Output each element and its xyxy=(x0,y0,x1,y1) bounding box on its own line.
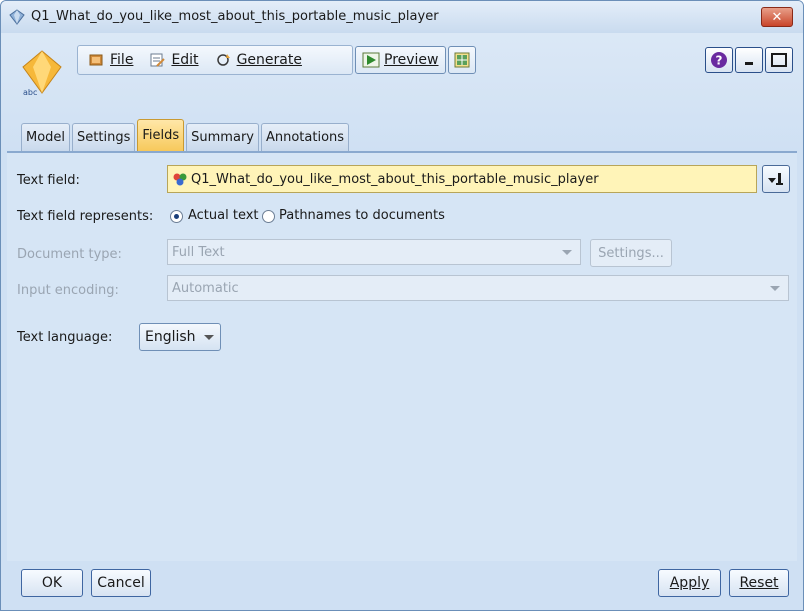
tab-label: Annotations xyxy=(265,130,345,145)
ok-label: OK xyxy=(41,575,63,591)
cancel-button[interactable]: Cancel xyxy=(91,569,151,597)
text-mining-node-icon xyxy=(9,9,25,25)
menu-edit-label: Edit xyxy=(171,52,199,68)
dialog-footer: OK Cancel Apply Reset xyxy=(1,561,803,610)
generate-icon xyxy=(216,54,230,66)
radio-actual-text-label: Actual text xyxy=(188,208,259,223)
tab-label: Fields xyxy=(142,128,180,143)
window-title: Q1_What_do_you_like_most_about_this_port… xyxy=(31,9,439,24)
close-button[interactable]: ✕ xyxy=(761,7,793,27)
chevron-down-icon xyxy=(770,286,780,291)
svg-text:abc: abc xyxy=(23,88,37,97)
radio-pathnames[interactable] xyxy=(262,210,275,223)
export-button[interactable] xyxy=(447,46,476,74)
chevron-down-icon xyxy=(204,335,214,340)
edit-icon xyxy=(150,53,166,67)
document-type-value: Full Text xyxy=(172,244,225,260)
tab-fields[interactable]: Fields xyxy=(137,119,185,151)
text-mining-diamond-icon: abc xyxy=(22,50,62,97)
minimize-icon xyxy=(745,62,753,65)
text-field-input[interactable]: Q1_What_do_you_like_most_about_this_port… xyxy=(167,165,757,193)
dialog-header: abc File Edit Generate Preview ? Model S… xyxy=(1,33,803,151)
text-language-value: English xyxy=(145,329,196,345)
menu-bar: File Edit Generate xyxy=(77,45,353,75)
cancel-label: Cancel xyxy=(97,575,145,591)
tab-label: Summary xyxy=(191,130,254,145)
menu-generate-label: Generate xyxy=(236,52,302,68)
menu-file-label: File xyxy=(110,52,134,68)
radio-pathnames-label: Pathnames to documents xyxy=(279,208,445,223)
text-field-value: Q1_What_do_you_like_most_about_this_port… xyxy=(191,171,599,187)
help-icon: ? xyxy=(711,52,727,68)
preview-play-icon xyxy=(362,52,380,68)
toolbar: Preview xyxy=(355,45,483,75)
title-bar[interactable]: Q1_What_do_you_like_most_about_this_port… xyxy=(1,1,803,33)
field-type-icon xyxy=(173,173,187,186)
apply-label: Apply xyxy=(669,575,710,591)
help-button[interactable]: ? xyxy=(705,47,733,73)
input-encoding-value: Automatic xyxy=(172,280,239,296)
document-type-select[interactable]: Full Text xyxy=(167,239,581,265)
chevron-down-icon xyxy=(562,250,572,255)
svg-text:?: ? xyxy=(716,54,723,68)
preview-label: Preview xyxy=(384,52,439,68)
settings-button-label: Settings... xyxy=(598,245,664,261)
text-field-label: Text field: xyxy=(17,173,80,188)
tab-settings[interactable]: Settings xyxy=(72,123,136,151)
text-language-select[interactable]: English xyxy=(139,323,221,351)
apply-button[interactable]: Apply xyxy=(658,569,721,597)
input-encoding-select[interactable]: Automatic xyxy=(167,275,789,301)
settings-button[interactable]: Settings... xyxy=(590,239,672,267)
represents-label: Text field represents: xyxy=(17,209,154,224)
document-type-label: Document type: xyxy=(17,247,122,262)
tab-label: Settings xyxy=(77,130,131,145)
minimize-button[interactable] xyxy=(735,47,763,73)
dialog-window: Q1_What_do_you_like_most_about_this_port… xyxy=(0,0,804,611)
input-encoding-label: Input encoding: xyxy=(17,283,119,298)
text-language-label: Text language: xyxy=(17,330,113,345)
preview-button[interactable]: Preview xyxy=(355,46,446,74)
fields-panel: Text field: Q1_What_do_you_like_most_abo… xyxy=(7,151,797,561)
tab-model[interactable]: Model xyxy=(21,123,71,151)
file-icon xyxy=(89,54,103,66)
reset-label: Reset xyxy=(739,575,779,591)
ok-button[interactable]: OK xyxy=(21,569,83,597)
field-picker-button[interactable] xyxy=(762,165,790,193)
maximize-icon xyxy=(771,53,787,67)
window-controls: ? xyxy=(705,47,793,73)
close-icon: ✕ xyxy=(771,9,783,25)
field-picker-icon xyxy=(768,173,783,185)
export-table-icon xyxy=(454,52,469,68)
menu-generate[interactable]: Generate xyxy=(209,48,308,72)
maximize-button[interactable] xyxy=(765,47,793,73)
radio-actual-text[interactable] xyxy=(170,210,183,223)
tab-label: Model xyxy=(26,130,66,145)
menu-file[interactable]: File xyxy=(82,48,139,72)
tab-strip: Model Settings Fields Summary Annotation… xyxy=(21,119,351,151)
tab-annotations[interactable]: Annotations xyxy=(260,123,350,151)
menu-edit[interactable]: Edit xyxy=(143,48,204,72)
tab-summary[interactable]: Summary xyxy=(186,123,259,151)
reset-button[interactable]: Reset xyxy=(729,569,789,597)
